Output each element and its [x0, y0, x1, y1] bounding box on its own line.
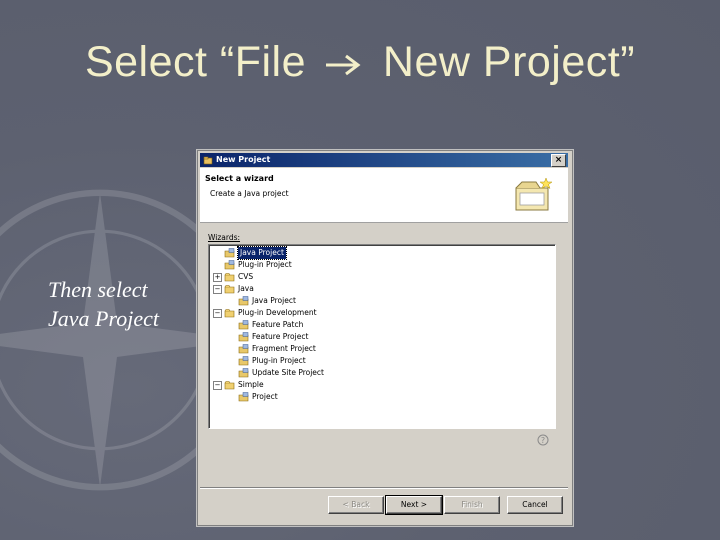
tree-item-label: Update Site Project: [252, 368, 324, 377]
help-icon[interactable]: ?: [537, 434, 549, 446]
tree-item[interactable]: Java Project: [209, 295, 549, 307]
tree-item-label: Java: [238, 284, 254, 293]
cancel-button[interactable]: Cancel: [507, 496, 563, 514]
wizard-item-icon: [224, 248, 235, 258]
wizard-header: Select a wizard Create a Java project: [200, 168, 568, 223]
wizard-item-icon: [238, 368, 249, 378]
tree-item-label: Simple: [238, 380, 264, 389]
folder-icon: [224, 273, 235, 282]
tree-item[interactable]: Feature Patch: [209, 319, 549, 331]
wizard-item-icon: [238, 392, 249, 402]
tree-item[interactable]: Feature Project: [209, 331, 549, 343]
new-project-icon: [203, 156, 213, 165]
tree-item-label: Feature Patch: [252, 320, 304, 329]
slide-title: Select “File New Project”: [0, 38, 720, 87]
collapse-icon[interactable]: −: [213, 285, 222, 294]
back-button[interactable]: < Back: [328, 496, 384, 514]
collapse-icon[interactable]: −: [213, 309, 222, 318]
slide-title-part2: New Project”: [382, 38, 636, 86]
slide-title-part1: Select “File: [84, 38, 307, 86]
tree-item-label: Fragment Project: [252, 344, 316, 353]
tree-item-label: Plug-in Project: [252, 356, 306, 365]
wizards-label: Wizards:: [208, 233, 241, 242]
folder-icon: [224, 381, 235, 390]
tree-item[interactable]: − Java: [209, 283, 549, 295]
close-button[interactable]: ×: [551, 154, 566, 167]
tree-item[interactable]: Fragment Project: [209, 343, 549, 355]
finish-button[interactable]: Finish: [444, 496, 500, 514]
side-note: Then select Java Project: [48, 277, 159, 331]
wizard-header-title: Select a wizard: [205, 174, 274, 183]
folder-icon: [224, 309, 235, 318]
wizard-header-description: Create a Java project: [210, 189, 289, 198]
tree-item[interactable]: + CVS: [209, 271, 549, 283]
wizard-item-icon: [238, 344, 249, 354]
wizard-item-icon: [224, 260, 235, 270]
wizard-tree[interactable]: Java Project Plug-in Project + CVS − Java Java…: [208, 244, 556, 429]
tree-item-label: Project: [252, 392, 278, 401]
tree-item-label: Java Project: [237, 246, 287, 260]
folder-icon: [224, 285, 235, 294]
tree-item[interactable]: Java Project: [209, 246, 549, 260]
tree-item-label: Java Project: [252, 296, 296, 305]
dialog-titlebar[interactable]: New Project ×: [200, 153, 568, 167]
wizard-item-icon: [238, 296, 249, 306]
button-separator: [200, 487, 568, 489]
expand-icon[interactable]: +: [213, 273, 222, 282]
arrow-right-icon: [326, 54, 361, 75]
tree-item[interactable]: Project: [209, 391, 549, 403]
tree-item-label: Plug-in Development: [238, 308, 317, 317]
tree-item-label: CVS: [238, 272, 254, 281]
tree-item-label: Feature Project: [252, 332, 309, 341]
tree-item[interactable]: Plug-in Project: [209, 259, 549, 271]
wizard-item-icon: [238, 332, 249, 342]
collapse-icon[interactable]: −: [213, 381, 222, 390]
tree-item[interactable]: − Simple: [209, 379, 549, 391]
new-project-dialog: New Project × Select a wizard Create a J…: [197, 150, 573, 526]
tree-item[interactable]: − Plug-in Development: [209, 307, 549, 319]
svg-text:?: ?: [541, 436, 545, 445]
tree-item[interactable]: Update Site Project: [209, 367, 549, 379]
wizard-item-icon: [238, 320, 249, 330]
wizard-banner-icon: [515, 177, 553, 211]
dialog-title: New Project: [216, 155, 271, 164]
tree-item-label: Plug-in Project: [238, 260, 292, 269]
wizard-item-icon: [238, 356, 249, 366]
tree-item[interactable]: Plug-in Project: [209, 355, 549, 367]
next-button[interactable]: Next >: [385, 495, 443, 515]
